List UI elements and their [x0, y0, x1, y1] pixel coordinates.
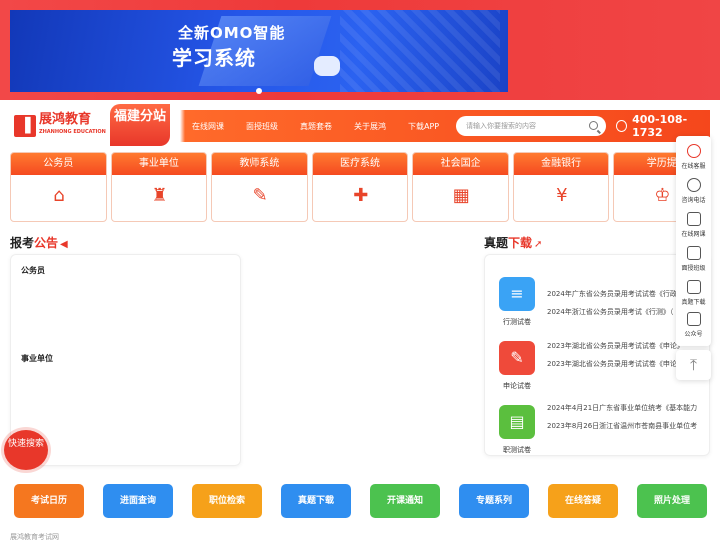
- branch-badge[interactable]: 福建分站: [110, 104, 170, 146]
- banner-title-line2: 学习系统: [172, 46, 256, 70]
- paper-link[interactable]: 2023年湖北省公务员录用考试试卷《申论》: [547, 341, 697, 351]
- sidebar-wechat[interactable]: 公众号: [676, 308, 711, 346]
- banner-pattern: [340, 10, 500, 92]
- nav-link-classes[interactable]: 面授班级: [246, 121, 278, 132]
- category-label: 事业单位: [138, 158, 179, 169]
- notice-panel: 公务员 事业单位 教: [10, 254, 241, 466]
- category-label: 公务员: [43, 158, 74, 169]
- paper-link[interactable]: 2023年8月26日浙江省温州市苍南县事业单位考...: [547, 421, 697, 431]
- online-qa-button[interactable]: 在线答疑: [548, 484, 618, 518]
- papers-title-b: 下载: [508, 236, 533, 250]
- category-finance[interactable]: 金融银行 ¥: [512, 152, 610, 222]
- exam-calendar-button[interactable]: 考试日历: [14, 484, 84, 518]
- sidebar-classes[interactable]: 面授班级: [676, 242, 711, 280]
- notice-title-b: 公告: [34, 236, 59, 250]
- phone-icon: [616, 120, 628, 132]
- video-icon: [686, 212, 701, 226]
- cursor-icon: ➚: [534, 239, 543, 250]
- search-placeholder: 请输入你要搜索的内容: [466, 122, 536, 130]
- papers-row-zhice: ▤ 职测试卷 2024年4月21日广东省事业单位统考《基本能力... 2023年…: [485, 395, 709, 455]
- teacher-icon: ✎: [252, 185, 268, 206]
- qrcode-icon: [686, 312, 701, 326]
- paper-link[interactable]: 2023年湖北省公务员录用考试试卷《申论》: [547, 359, 697, 369]
- building-icon: ⌂: [53, 185, 65, 206]
- robot-illustration: [314, 56, 340, 76]
- megaphone-icon: ◀: [60, 239, 68, 250]
- papers-section-title: 真题下载 ➚: [484, 234, 542, 251]
- quick-search-label: 快速搜索: [7, 439, 44, 449]
- category-teacher[interactable]: 教师系统 ✎: [211, 152, 308, 222]
- class-icon: [686, 246, 701, 260]
- search-icon[interactable]: [589, 121, 598, 130]
- phone-icon: [686, 178, 701, 192]
- carousel-dot[interactable]: [256, 88, 262, 94]
- quick-search-button[interactable]: 快速搜索: [4, 430, 48, 470]
- papers-row-label: 申论试卷: [503, 382, 531, 390]
- back-to-top-icon[interactable]: ⤒: [676, 350, 711, 380]
- category-public-institution[interactable]: 事业单位 ♜: [110, 152, 208, 222]
- sidebar-label: 真题下载: [681, 299, 706, 306]
- floating-sidebar: 在线客服 咨询电话 在线网课 面授班级 真题下载 公众号: [676, 136, 711, 346]
- logo-subtext: ZHANHONG EDUCATION: [39, 129, 106, 135]
- course-notice-button[interactable]: 开课通知: [370, 484, 440, 518]
- notice-group-civil[interactable]: 公务员: [21, 265, 45, 276]
- nav-link-papers[interactable]: 真题套卷: [300, 121, 332, 132]
- footer-text: 展鸿教育考试网: [10, 533, 59, 541]
- paper-link[interactable]: 2024年4月21日广东省事业单位统考《基本能力...: [547, 403, 697, 413]
- interview-query-button[interactable]: 进面查询: [103, 484, 173, 518]
- category-label: 医疗系统: [340, 158, 381, 169]
- nav-link-app[interactable]: 下载APP: [408, 121, 439, 132]
- banner-title-line1: 全新OMO智能: [178, 24, 286, 42]
- pen-paper-icon[interactable]: ✎: [499, 341, 535, 375]
- headset-icon: [686, 144, 701, 158]
- site-logo[interactable]: ▐ 展鸿教育 ZHANHONG EDUCATION: [14, 112, 110, 138]
- sidebar-label: 在线客服: [681, 163, 706, 170]
- folder-icon[interactable]: ▤: [499, 405, 535, 439]
- sidebar-phone[interactable]: 咨询电话: [676, 174, 711, 212]
- sidebar-label: 在线网课: [681, 231, 706, 238]
- nav-link-about[interactable]: 关于展鸿: [354, 121, 386, 132]
- paper-link[interactable]: 2024年浙江省公务员录用考试《行测》（: [547, 307, 697, 317]
- category-medical[interactable]: 医疗系统 ✚: [311, 152, 409, 222]
- logo-mark-icon: ▐: [14, 115, 36, 137]
- logo-text: 展鸿教育: [39, 112, 92, 127]
- notice-section-title: 报考公告 ◀: [10, 234, 68, 251]
- search-input[interactable]: 请输入你要搜索的内容: [456, 116, 606, 136]
- category-soe[interactable]: 社会国企 ▦: [412, 152, 509, 222]
- office-icon: ▦: [452, 185, 470, 206]
- papers-download-button[interactable]: 真题下载: [281, 484, 351, 518]
- category-label: 金融银行: [541, 158, 582, 169]
- category-tiles: 公务员 ⌂ 事业单位 ♜ 教师系统 ✎ 医疗系统 ✚ 社会国企 ▦ 金融银行 ¥ 学历提 ♔: [10, 152, 711, 222]
- graduation-icon: ♔: [654, 185, 671, 206]
- category-label: 社会国企: [440, 158, 481, 169]
- topic-series-button[interactable]: 专题系列: [459, 484, 529, 518]
- sidebar-online-service[interactable]: 在线客服: [676, 140, 711, 178]
- chair-icon: ♜: [151, 185, 168, 206]
- quick-buttons-row: 考试日历 进面查询 职位检索 真题下载 开课通知 专题系列 在线答疑 照片处理: [14, 484, 710, 518]
- hospital-icon: ✚: [353, 185, 369, 206]
- nav-link-online-course[interactable]: 在线网课: [192, 121, 224, 132]
- main-nav-bar: ▐ 展鸿教育 ZHANHONG EDUCATION 福建分站 在线网课 面授班级 …: [10, 104, 710, 146]
- category-civil-servant[interactable]: 公务员 ⌂: [10, 152, 107, 222]
- sidebar-online-course[interactable]: 在线网课: [676, 208, 711, 246]
- category-label: 教师系统: [239, 158, 280, 169]
- sidebar-label: 咨询电话: [681, 197, 706, 204]
- photo-process-button[interactable]: 照片处理: [637, 484, 707, 518]
- download-icon: [686, 280, 701, 294]
- papers-row-label: 行测试卷: [503, 318, 531, 326]
- paper-link[interactable]: 2024年广东省公务员录用考试试卷《行政职: [547, 289, 697, 299]
- sidebar-label: 公众号: [684, 331, 703, 338]
- notice-title-a: 报考: [10, 236, 35, 250]
- bank-icon: ¥: [556, 185, 568, 206]
- position-search-button[interactable]: 职位检索: [192, 484, 262, 518]
- sidebar-label: 面授班级: [681, 265, 706, 272]
- papers-title-a: 真题: [484, 236, 509, 250]
- notice-group-institution[interactable]: 事业单位: [21, 353, 53, 364]
- papers-row-label: 职测试卷: [503, 446, 531, 454]
- nav-links: 在线网课 面授班级 真题套卷 关于展鸿 下载APP: [192, 110, 461, 142]
- document-icon[interactable]: ≡: [499, 277, 535, 311]
- promo-banner[interactable]: 全新OMO智能 学习系统: [10, 10, 508, 92]
